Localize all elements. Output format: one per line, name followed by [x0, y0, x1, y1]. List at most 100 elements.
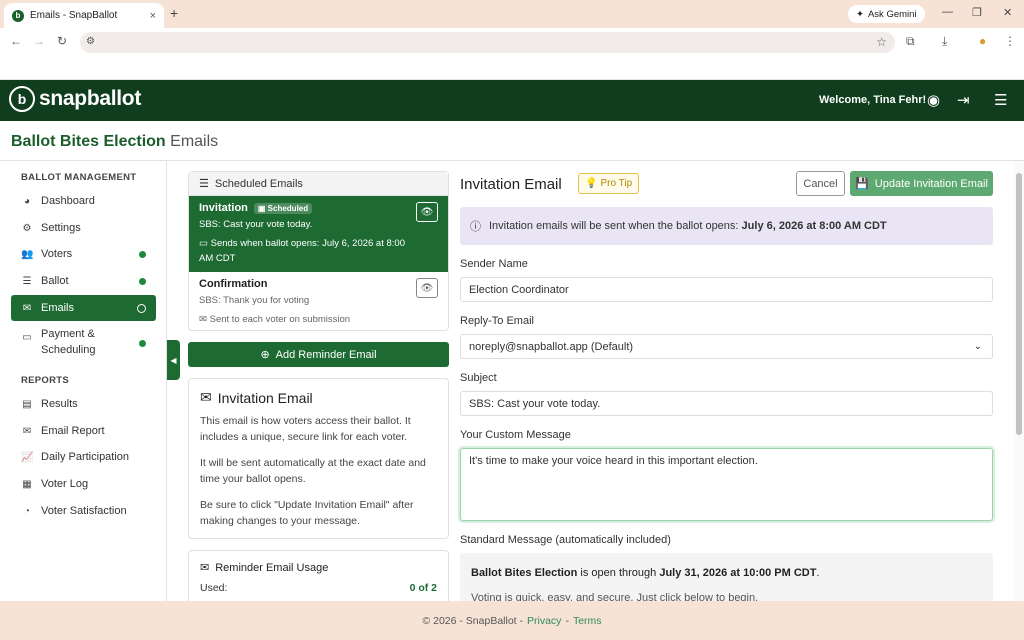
browser-toolbar: ← → ↻ ⚙ ☆ [0, 28, 1024, 56]
credit-card-icon: ▭ [22, 332, 32, 343]
privacy-link[interactable]: Privacy [527, 615, 561, 627]
extensions-puzzle-icon[interactable]: ⧉ [906, 34, 915, 49]
status-dot [139, 340, 146, 347]
email-name: Invitation [199, 202, 248, 214]
browser-menu-icon[interactable]: ⋮ [1004, 34, 1016, 48]
cancel-button[interactable]: Cancel [796, 171, 845, 196]
new-tab-button[interactable]: + [170, 5, 178, 21]
info-paragraph-2: It will be sent automatically at the exa… [200, 457, 426, 485]
reload-icon[interactable]: ↻ [57, 34, 67, 48]
usage-used-label: Used: [200, 582, 228, 594]
tab-close-icon[interactable]: × [150, 10, 156, 22]
reply-to-value: noreply@snapballot.app (Default) [469, 340, 634, 353]
brand-logo[interactable]: b snapballot [9, 86, 141, 112]
minimize-icon[interactable]: — [942, 6, 953, 18]
std-mid: is open through [580, 567, 657, 579]
address-bar[interactable]: ⚙ ☆ [80, 32, 895, 53]
confirmation-email-item[interactable]: Confirmation SBS: Thank you for voting ✉… [189, 272, 448, 330]
envelope-icon: ✉ [22, 302, 32, 314]
sidebar-item-settings[interactable]: ⚙ Settings [11, 215, 156, 241]
custom-message-textarea[interactable]: It's time to make your voice heard in th… [460, 448, 993, 521]
logout-icon[interactable]: ⇥ [957, 91, 970, 109]
sidebar-item-results[interactable]: ▤ Results [11, 391, 156, 417]
site-info-icon[interactable]: ⚙ [86, 36, 95, 47]
envelope-icon: ✉ [199, 314, 207, 325]
restore-icon[interactable]: ❐ [972, 6, 982, 19]
subject-input[interactable]: SBS: Cast your vote today. [460, 391, 993, 416]
terms-link[interactable]: Terms [573, 615, 602, 627]
sidebar-item-label: Results [41, 398, 78, 410]
users-icon: 👥 [21, 248, 34, 260]
pro-tip-button[interactable]: 💡 Pro Tip [578, 173, 640, 194]
sidebar-item-email-report[interactable]: ✉ Email Report [11, 418, 156, 444]
sidebar-item-daily-participation[interactable]: 📈 Daily Participation [11, 444, 156, 470]
pro-tip-label: Pro Tip [600, 178, 633, 189]
alert-message: Invitation emails will be sent when the … [489, 220, 887, 232]
page-top-spacer [0, 56, 1024, 80]
snapballot-favicon-icon: b [12, 9, 24, 22]
ask-gemini-button[interactable]: ✦ Ask Gemini [848, 5, 925, 23]
download-icon[interactable]: ⤓ [942, 34, 947, 49]
status-dot [139, 277, 146, 285]
email-schedule-line1: Sends when ballot opens: July 6, 2026 at… [210, 238, 405, 249]
sidebar-item-label: Voter Satisfaction [41, 505, 127, 517]
envelope-open-icon: ✉ [22, 425, 32, 437]
ballot-list-icon: ☰ [22, 275, 32, 287]
gemini-sparkle-icon: ✦ [856, 8, 864, 20]
sidebar-collapse-toggle[interactable]: ◀ [167, 340, 180, 380]
info-title: Invitation Email [217, 389, 313, 406]
sidebar-item-voters[interactable]: 👥 Voters [11, 241, 156, 267]
sidebar-item-emails[interactable]: ✉ Emails [11, 295, 156, 321]
sidebar-item-voter-log[interactable]: ▦ Voter Log [11, 471, 156, 497]
user-account-icon[interactable]: ◉ [927, 91, 940, 109]
scheduled-badge: ▣ Scheduled [253, 202, 313, 214]
calendar-icon: ▭ [199, 238, 208, 249]
sidebar-item-voter-satisfaction[interactable]: ◔ Voter Satisfaction [11, 498, 156, 524]
save-floppy-icon: 💾 [855, 178, 869, 190]
reply-to-label: Reply-To Email [460, 315, 534, 327]
sender-name-label: Sender Name [460, 258, 528, 270]
status-ring [137, 303, 146, 313]
schedule-info-alert: ⓘ Invitation emails will be sent when th… [460, 207, 993, 245]
sidebar-item-dashboard[interactable]: ◕ Dashboard [11, 188, 156, 214]
preview-eye-button[interactable]: 👁 [416, 278, 438, 298]
update-invitation-email-button[interactable]: 💾 Update Invitation Email [850, 171, 993, 196]
standard-message-preview: Ballot Bites Election is open through Ju… [460, 553, 993, 601]
page-scrollbar[interactable] [1014, 161, 1024, 601]
welcome-text: Welcome, Tina Fehr! [819, 94, 927, 106]
forward-arrow-icon[interactable]: → [33, 34, 45, 48]
sidebar-item-ballot[interactable]: ☰ Ballot [11, 268, 156, 294]
info-paragraph-3: Be sure to click "Update Invitation Emai… [200, 499, 414, 527]
bookmark-star-icon[interactable]: ☆ [876, 35, 887, 49]
sidebar-item-label: Email Report [41, 425, 105, 437]
scheduled-emails-heading: Scheduled Emails [214, 177, 303, 190]
sidebar-item-label: Voter Log [41, 478, 89, 490]
scheduled-emails-header: ☰ Scheduled Emails [189, 172, 448, 196]
alert-text: Invitation emails will be sent when the … [489, 220, 739, 232]
invitation-email-item[interactable]: Invitation ▣ Scheduled SBS: Cast your vo… [189, 196, 448, 272]
sidebar-item-payment-scheduling[interactable]: ▭ Payment & Scheduling [11, 326, 156, 360]
window-close-icon[interactable]: ✕ [1003, 6, 1012, 19]
add-reminder-email-button[interactable]: ⊕ Add Reminder Email [188, 342, 449, 367]
sidebar-item-label: Dashboard [41, 195, 95, 207]
back-arrow-icon[interactable]: ← [10, 34, 22, 48]
add-reminder-label: Add Reminder Email [275, 348, 377, 361]
std-election: Ballot Bites Election [471, 567, 578, 579]
tab-title: Emails - SnapBallot [30, 10, 118, 21]
email-name: Confirmation [199, 278, 268, 290]
reply-to-select[interactable]: noreply@snapballot.app (Default) ⌄ [460, 334, 993, 359]
brand-name: snapballot [39, 87, 142, 110]
chevron-down-icon: ⌄ [973, 341, 982, 352]
std-end: . [816, 567, 820, 579]
gear-icon: ⚙ [22, 222, 32, 234]
scrollbar-thumb[interactable] [1016, 173, 1022, 435]
preview-eye-button[interactable]: 👁 [416, 202, 438, 222]
ballot-management-heading: BALLOT MANAGEMENT [21, 172, 137, 183]
hamburger-menu-icon[interactable]: ☰ [994, 91, 1007, 109]
profile-icon[interactable]: ● [979, 34, 986, 48]
sender-name-input[interactable]: Election Coordinator [460, 277, 993, 302]
line-chart-icon: 📈 [21, 451, 34, 463]
browser-tab[interactable]: b Emails - SnapBallot × [4, 3, 164, 28]
sidebar-item-label: Scheduling [41, 344, 96, 356]
email-subject: SBS: Thank you for voting [199, 295, 310, 306]
